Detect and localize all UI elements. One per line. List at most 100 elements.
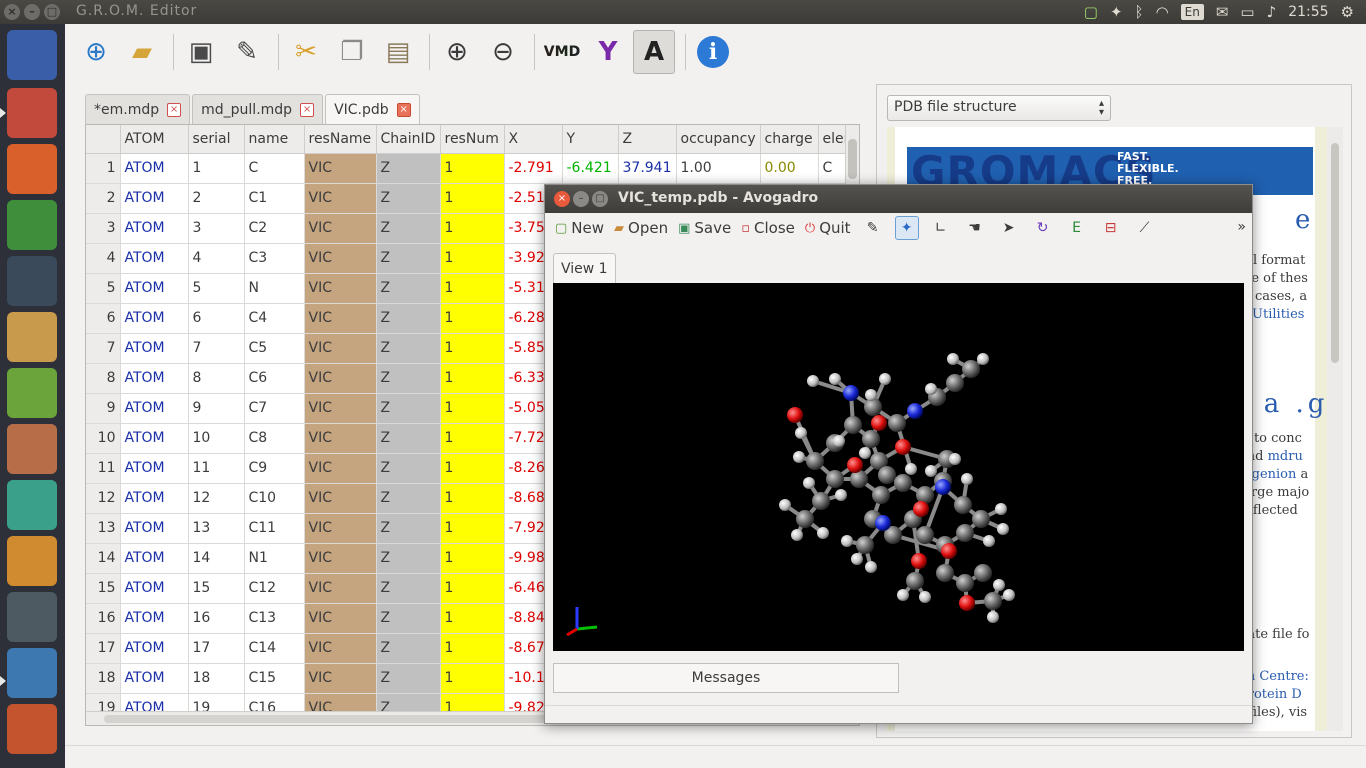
cell-chainid[interactable]: Z (376, 393, 441, 424)
atom-h[interactable] (925, 383, 937, 395)
mail-icon[interactable]: ✉ (1216, 3, 1229, 21)
cell-chainid[interactable]: Z (376, 573, 441, 604)
volume-icon[interactable]: ♪ (1267, 3, 1277, 21)
column-header[interactable]: X (504, 125, 563, 154)
audio-app-icon[interactable] (7, 648, 57, 698)
column-header[interactable]: name (244, 125, 305, 154)
maximize-window-button[interactable]: □ (44, 4, 60, 20)
column-header[interactable]: resName (304, 125, 377, 154)
atom-h[interactable] (983, 535, 995, 547)
cell-resnum[interactable]: 1 (440, 543, 505, 574)
close-icon[interactable]: × (554, 191, 570, 207)
cell-atom[interactable]: ATOM (120, 483, 189, 514)
cell-resname[interactable]: VIC (304, 303, 377, 334)
atom-c[interactable] (946, 374, 964, 392)
select-tool-button[interactable]: ➤ (997, 216, 1021, 240)
cell-name[interactable]: C14 (244, 633, 305, 664)
save-as-button[interactable]: ✎ (226, 30, 268, 74)
close-icon[interactable]: × (396, 102, 411, 117)
cell-resname[interactable]: VIC (304, 513, 377, 544)
cell-name[interactable]: N (244, 273, 305, 304)
cell-resname[interactable]: VIC (304, 333, 377, 364)
molecule-3d-view[interactable] (553, 283, 1244, 651)
atom-c[interactable] (864, 398, 882, 416)
atom-h[interactable] (947, 353, 959, 365)
atom-n[interactable] (875, 515, 891, 531)
doc-vertical-scrollbar[interactable] (1327, 127, 1343, 731)
clock[interactable]: 21:55 (1288, 4, 1328, 20)
cell-resname[interactable]: VIC (304, 483, 377, 514)
atom-h[interactable] (993, 579, 1005, 591)
cell-resname[interactable]: VIC (304, 393, 377, 424)
cell-name[interactable]: C6 (244, 363, 305, 394)
atom-o[interactable] (911, 553, 927, 569)
cell-serial[interactable]: 11 (188, 453, 245, 484)
open-file-button[interactable]: ▰ (121, 30, 163, 74)
cell-atom[interactable]: ATOM (120, 153, 189, 184)
cell-name[interactable]: C7 (244, 393, 305, 424)
cell-resname[interactable]: VIC (304, 213, 377, 244)
atom-o[interactable] (959, 595, 975, 611)
tab-md-pull-mdp[interactable]: md_pull.mdp × (192, 94, 324, 124)
atom-o[interactable] (787, 407, 803, 423)
atom-c[interactable] (974, 564, 992, 582)
cell-name[interactable]: C8 (244, 423, 305, 454)
column-header[interactable]: Y (562, 125, 619, 154)
atom-c[interactable] (878, 466, 896, 484)
cell-resnum[interactable]: 1 (440, 393, 505, 424)
cell-name[interactable]: C9 (244, 453, 305, 484)
close-icon[interactable]: × (300, 102, 315, 117)
cell-resnum[interactable]: 1 (440, 603, 505, 634)
cell-resname[interactable]: VIC (304, 363, 377, 394)
atom-c[interactable] (972, 510, 990, 528)
cell-resname[interactable]: VIC (304, 603, 377, 634)
table-row[interactable]: 1 ATOM 1 C VIC Z 1 -2.791 -6.421 37.941 1.00 0.00 C (86, 153, 859, 184)
cell-atom[interactable]: ATOM (120, 573, 189, 604)
tab-vic-pdb[interactable]: VIC.pdb × (325, 94, 420, 124)
cell-name[interactable]: C11 (244, 513, 305, 544)
paste-button[interactable]: ▤ (377, 30, 419, 74)
cell-y[interactable]: -6.421 (562, 153, 619, 184)
atom-c[interactable] (906, 572, 924, 590)
column-header[interactable]: ChainID (376, 125, 441, 154)
atom-h[interactable] (807, 375, 819, 387)
atom-h[interactable] (841, 535, 853, 547)
align-tool-button[interactable]: ⟋ (1133, 216, 1157, 240)
atom-h[interactable] (897, 589, 909, 601)
cell-serial[interactable]: 6 (188, 303, 245, 334)
cell-resnum[interactable]: 1 (440, 663, 505, 694)
cell-name[interactable]: C12 (244, 573, 305, 604)
cell-chainid[interactable]: Z (376, 303, 441, 334)
atom-h[interactable] (793, 451, 805, 463)
cell-charge[interactable]: 0.00 (760, 153, 819, 184)
cut-button[interactable]: ✂ (285, 30, 327, 74)
cell-z[interactable]: 37.941 (618, 153, 677, 184)
atom-c[interactable] (956, 574, 974, 592)
atom-h[interactable] (835, 489, 847, 501)
cell-resnum[interactable]: 1 (440, 303, 505, 334)
vmd-button[interactable]: VMD (541, 30, 583, 74)
cell-atom[interactable]: ATOM (120, 543, 189, 574)
atom-h[interactable] (925, 465, 937, 477)
cell-serial[interactable]: 3 (188, 213, 245, 244)
column-header[interactable]: serial (188, 125, 245, 154)
atom-n[interactable] (843, 385, 859, 401)
atom-h[interactable] (829, 373, 841, 385)
atom-c[interactable] (954, 496, 972, 514)
cell-atom[interactable]: ATOM (120, 423, 189, 454)
column-header[interactable]: Z (618, 125, 677, 154)
cell-name[interactable]: C4 (244, 303, 305, 334)
new-file-button[interactable]: ⊕ (75, 30, 117, 74)
structure-select[interactable]: PDB file structure ▴ ▾ (887, 95, 1111, 121)
atom-h[interactable] (997, 523, 1009, 535)
atom-h[interactable] (851, 553, 863, 565)
chrome-icon[interactable] (7, 200, 57, 250)
atom-h[interactable] (1003, 589, 1015, 601)
atom-c[interactable] (862, 430, 880, 448)
cell-name[interactable]: C10 (244, 483, 305, 514)
atom-h[interactable] (859, 447, 871, 459)
atom-c[interactable] (916, 526, 934, 544)
cell-resname[interactable]: VIC (304, 633, 377, 664)
cell-name[interactable]: C3 (244, 243, 305, 274)
cell-chainid[interactable]: Z (376, 513, 441, 544)
